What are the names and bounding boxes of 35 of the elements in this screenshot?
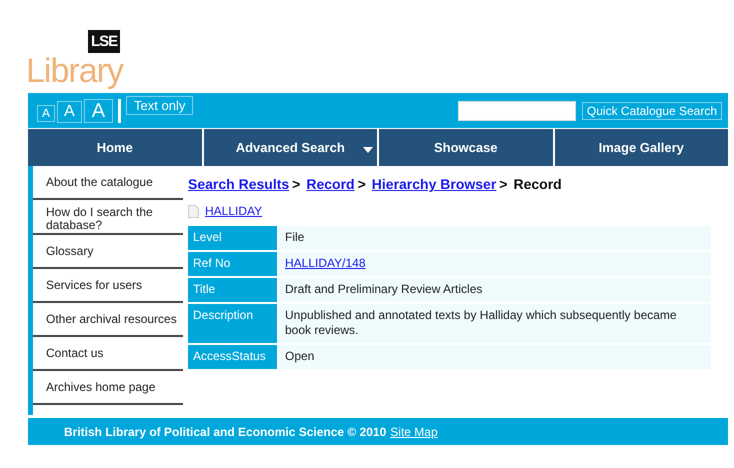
field-label: Description: [188, 304, 279, 343]
nav-tab[interactable]: Home: [28, 129, 202, 166]
parent-record-link[interactable]: HALLIDAY: [205, 204, 262, 218]
logo-badge: LSE: [88, 30, 120, 53]
nav-tab[interactable]: Image Gallery: [554, 129, 728, 166]
nav-tab[interactable]: Advanced Search: [204, 129, 377, 166]
breadcrumb-separator: >: [499, 176, 508, 192]
caret-icon: [363, 147, 373, 153]
sidebar-link[interactable]: Other archival resources: [46, 312, 177, 326]
search-field[interactable]: [458, 100, 576, 120]
sidebar-link[interactable]: About the catalogue: [46, 176, 153, 188]
field-label: AccessStatus: [188, 345, 279, 369]
field-label: Title: [188, 278, 279, 302]
sidebar-link[interactable]: How do I search the database?: [46, 206, 183, 232]
sidebar-link[interactable]: Services for users: [46, 278, 142, 292]
breadcrumb-current: Record: [513, 176, 562, 192]
logo-wordmark: Library: [26, 53, 123, 89]
nav-tab[interactable]: Showcase: [379, 129, 552, 166]
sidebar-link[interactable]: Glossary: [46, 244, 94, 258]
footer-text: British Library of Political and Economic Science © 2010: [64, 424, 386, 438]
breadcrumb-separator: >: [292, 176, 300, 192]
document-icon: [188, 204, 199, 218]
breadcrumb-link[interactable]: Hierarchy Browser: [372, 176, 496, 192]
field-label: Ref No: [188, 252, 279, 276]
field-value: Unpublished and annotated texts by Halliday which subsequently became book reviews.: [285, 308, 677, 337]
breadcrumb-separator: >: [358, 176, 366, 192]
field-value-link[interactable]: HALLIDAY/148: [285, 256, 366, 270]
sidebar-link[interactable]: Contact us: [46, 346, 104, 360]
field-label: Level: [188, 226, 279, 250]
breadcrumb-link[interactable]: Record: [306, 176, 355, 192]
field-value: File: [285, 230, 304, 244]
breadcrumb-link[interactable]: Search Results: [188, 176, 290, 192]
field-value: Draft and Preliminary Review Articles: [285, 282, 482, 296]
field-value: Open: [285, 349, 314, 363]
sidebar-link[interactable]: Archives home page: [46, 380, 156, 394]
